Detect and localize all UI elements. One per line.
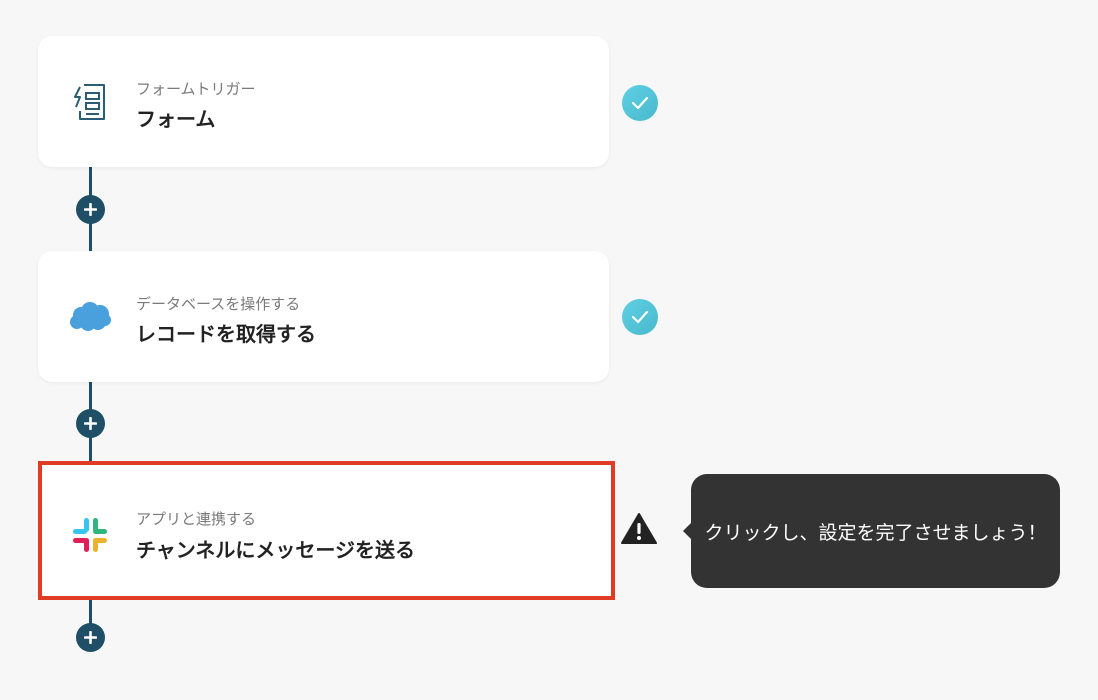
warning-icon — [620, 512, 658, 546]
add-step-button[interactable] — [76, 195, 105, 224]
flow-step-salesforce[interactable]: データベースを操作する レコードを取得する — [38, 251, 609, 382]
step-title: フォーム — [136, 107, 216, 131]
plus-icon — [84, 203, 97, 216]
step-title: チャンネルにメッセージを送る — [136, 538, 415, 562]
add-step-button[interactable] — [76, 409, 105, 438]
step-type-label: アプリと連携する — [136, 510, 257, 528]
slack-icon — [68, 513, 112, 557]
step-complete-check-icon — [622, 85, 658, 121]
plus-icon — [84, 417, 97, 430]
flow-step-slack[interactable]: アプリと連携する チャンネルにメッセージを送る — [38, 461, 615, 600]
setup-hint-tooltip: クリックし、設定を完了させましょう！ — [691, 474, 1060, 588]
add-step-button[interactable] — [76, 623, 105, 652]
plus-icon — [84, 631, 97, 644]
step-title: レコードを取得する — [136, 322, 316, 346]
step-complete-check-icon — [622, 299, 658, 335]
salesforce-icon — [68, 295, 112, 339]
step-type-label: データベースを操作する — [136, 295, 301, 313]
step-type-label: フォームトリガー — [136, 80, 256, 98]
tooltip-text: クリックし、設定を完了させましょう！ — [704, 521, 1047, 544]
form-trigger-icon — [68, 80, 112, 124]
flow-step-form-trigger[interactable]: フォームトリガー フォーム — [38, 36, 609, 167]
